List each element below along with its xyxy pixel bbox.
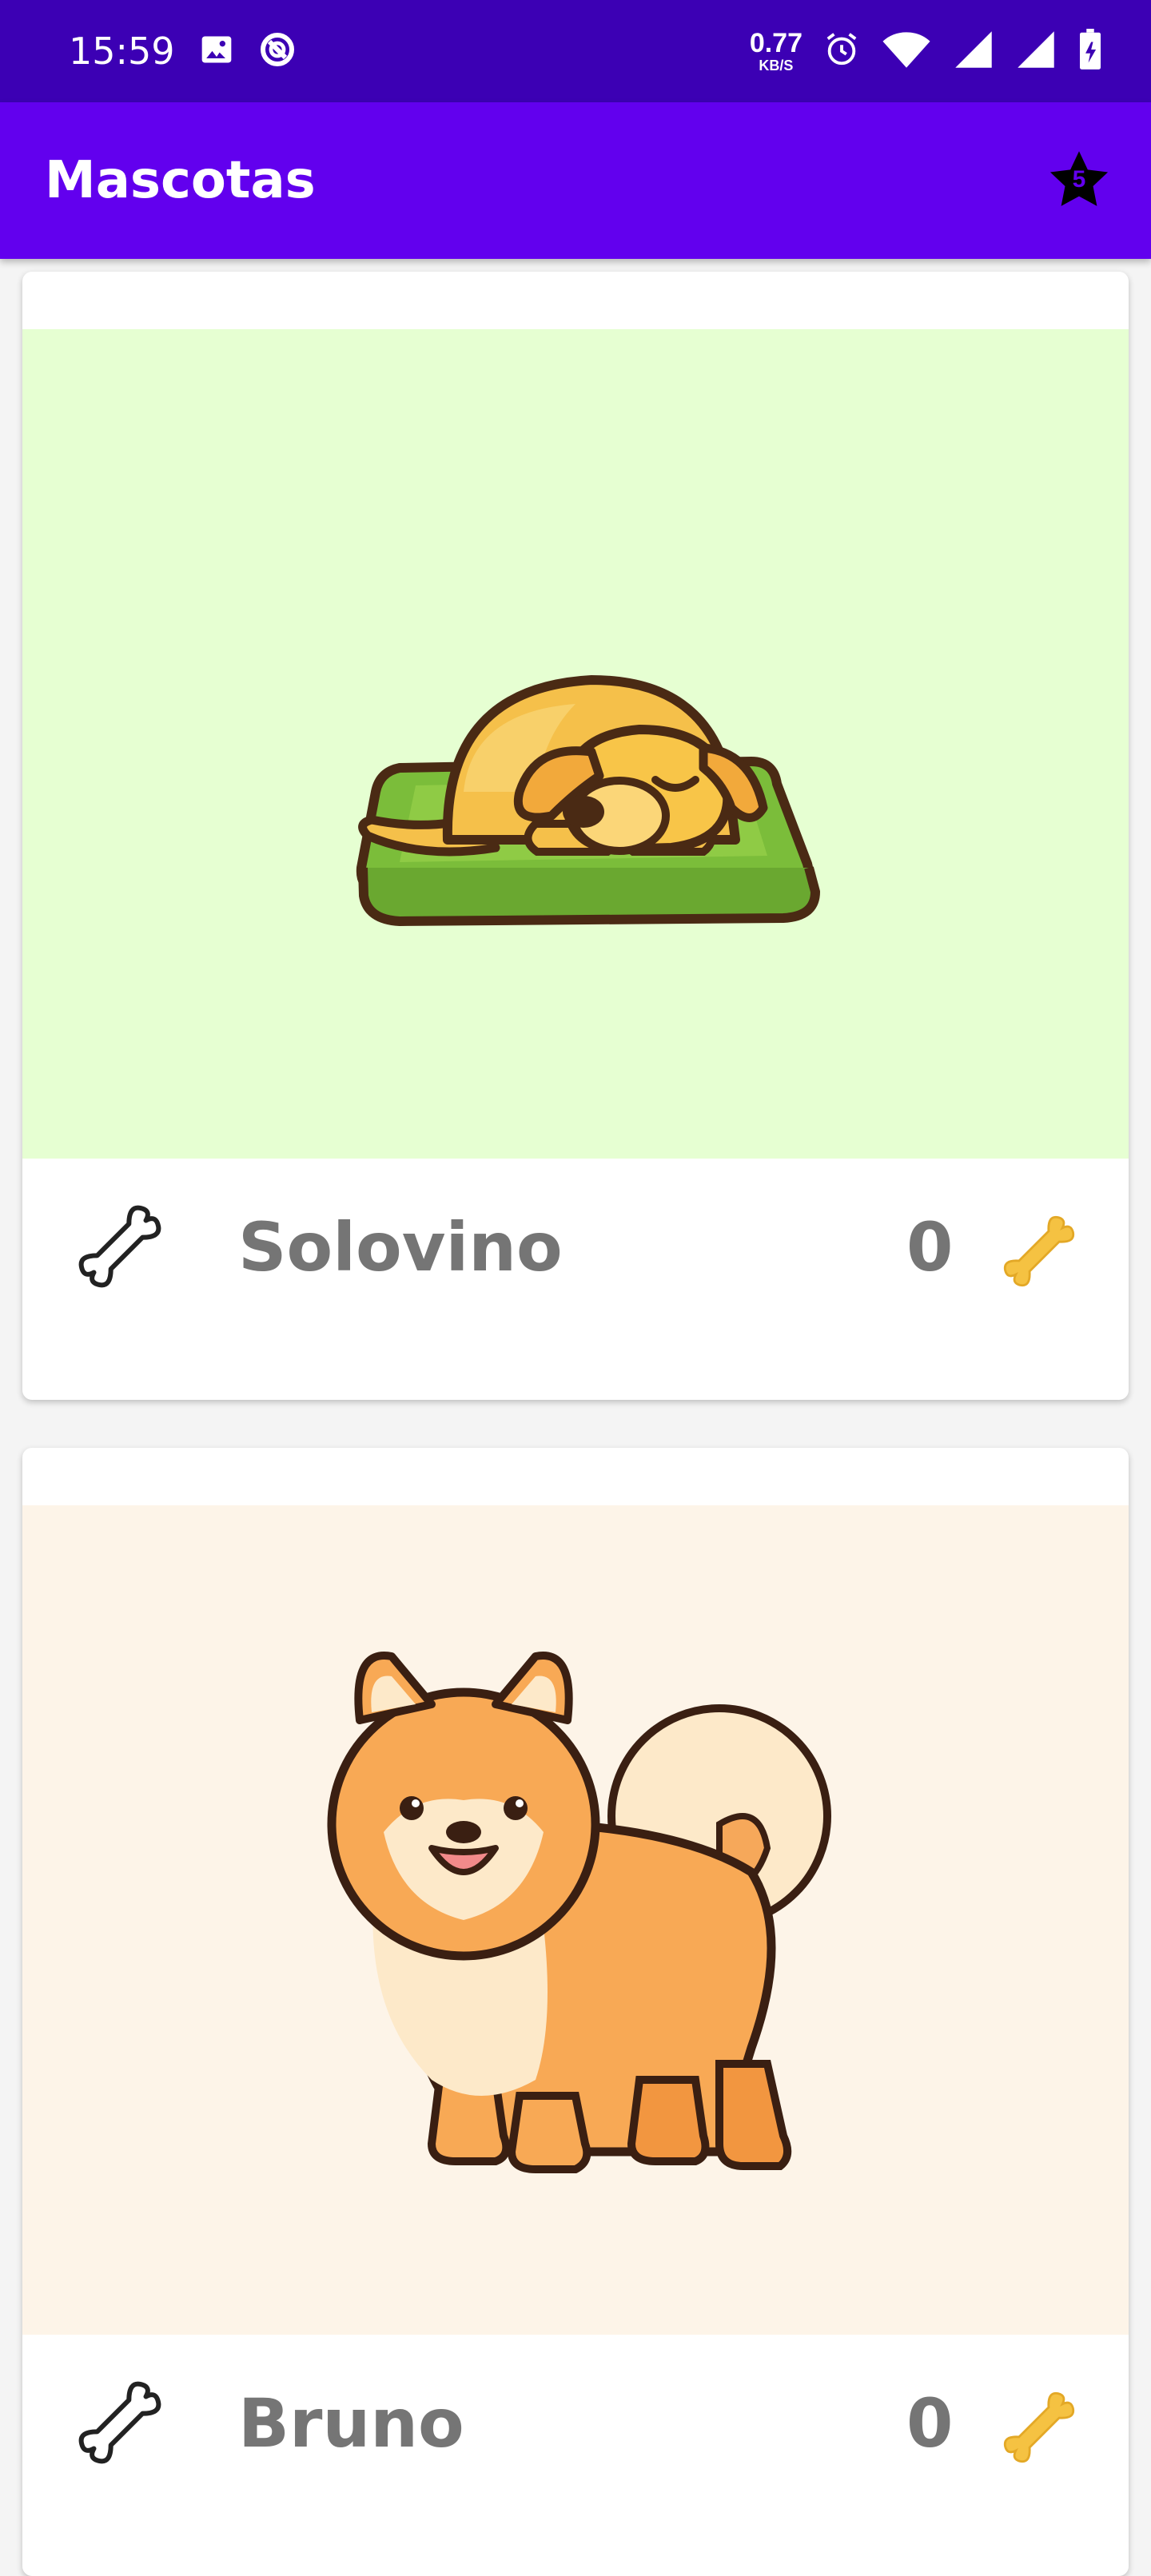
app-bar: Mascotas 5 <box>0 102 1151 259</box>
pet-card-footer: Bruno 0 <box>22 2351 1129 2479</box>
give-bone-button[interactable] <box>64 2367 176 2479</box>
signal-icon <box>953 30 994 74</box>
image-icon <box>199 32 234 71</box>
pomeranian-dog-illustration <box>327 1652 831 2173</box>
bone-outline-icon <box>78 1205 161 1288</box>
pet-card: Solovino 0 <box>22 272 1129 1400</box>
pet-image <box>22 1505 1129 2335</box>
sync-icon <box>258 30 297 73</box>
app-title: Mascotas <box>45 151 316 210</box>
pet-rating: 0 <box>906 1208 954 1286</box>
status-bar: 15:59 0.77 KB/S <box>0 0 1151 102</box>
pet-name: Bruno <box>238 2384 464 2463</box>
favorites-button[interactable]: 5 <box>1045 147 1113 214</box>
net-speed: 0.77 KB/S <box>749 28 803 74</box>
status-time: 15:59 <box>69 30 175 73</box>
wifi-icon <box>881 30 932 74</box>
pet-rating: 0 <box>906 2384 954 2463</box>
signal-icon-2 <box>1015 30 1057 74</box>
pet-image <box>22 329 1129 1159</box>
gold-bone-icon <box>1003 1215 1075 1287</box>
bone-outline-icon <box>78 2381 161 2464</box>
pet-card-footer: Solovino 0 <box>22 1175 1129 1302</box>
battery-icon <box>1077 28 1103 74</box>
pet-name: Solovino <box>238 1208 563 1286</box>
sleeping-dog-illustration <box>356 675 820 926</box>
alarm-icon <box>823 31 860 72</box>
star-badge: 5 <box>1072 166 1086 193</box>
give-bone-button[interactable] <box>64 1191 176 1302</box>
gold-bone-icon <box>1003 2391 1075 2463</box>
pet-card: Bruno 0 <box>22 1448 1129 2576</box>
